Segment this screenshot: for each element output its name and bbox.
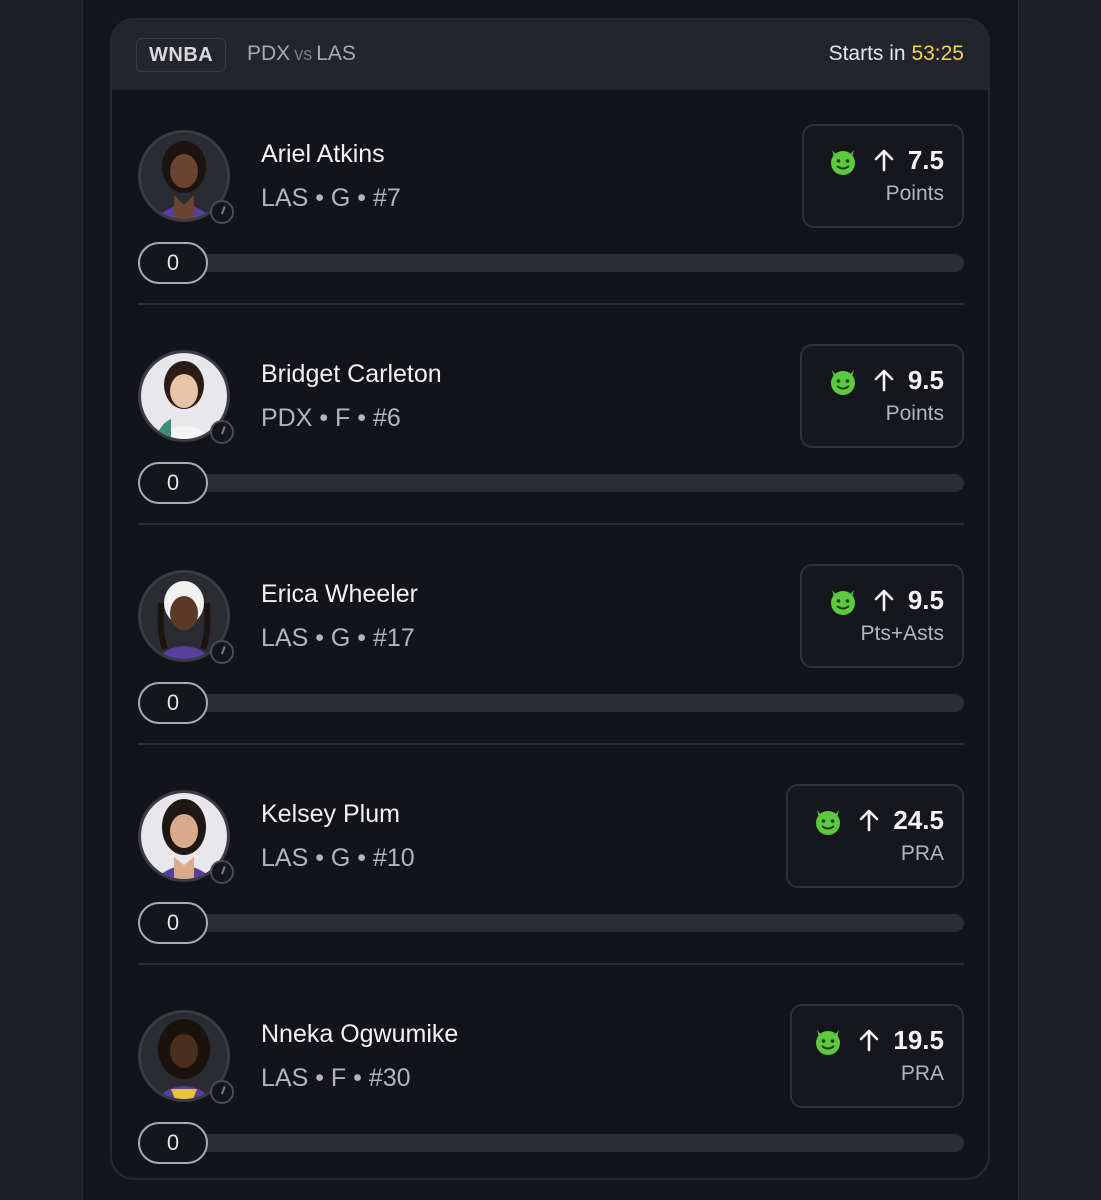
player-name: Kelsey Plum (261, 800, 400, 828)
progress-value: 0 (138, 902, 208, 944)
projection-button[interactable]: 7.5 Points (802, 124, 964, 228)
row-divider (138, 743, 964, 745)
starts-label: Starts in (828, 42, 906, 65)
row-divider (138, 523, 964, 525)
up-arrow-icon (874, 369, 894, 392)
projection-line: 19.5 (813, 1024, 944, 1056)
player-meta: LAS • G • #7 (261, 184, 401, 212)
player-meta: LAS • F • #30 (261, 1064, 411, 1092)
home-team: LAS (316, 42, 356, 65)
game-header: WNBA PDX vs LAS Starts in 53:25 (112, 20, 988, 90)
devil-emoji-icon (830, 370, 855, 395)
player-meta: PDX • F • #6 (261, 404, 401, 432)
right-background-panel (1018, 0, 1101, 1200)
progress-value: 0 (138, 682, 208, 724)
row-divider (138, 963, 964, 965)
clock-icon (210, 1080, 234, 1104)
countdown: 53:25 (911, 42, 964, 65)
line-value: 9.5 (907, 584, 944, 615)
start-timer: Starts in 53:25 (829, 42, 964, 66)
up-arrow-icon (874, 149, 894, 172)
player-row[interactable]: Kelsey Plum LAS • G • #10 24.5 PRA 0 (138, 768, 964, 988)
stat-type: Pts+Asts (860, 622, 944, 645)
progress-value: 0 (138, 242, 208, 284)
league-badge: WNBA (136, 38, 227, 72)
up-arrow-icon (874, 589, 894, 612)
progress-value: 0 (138, 462, 208, 504)
up-arrow-icon (860, 809, 879, 832)
projection-line: 24.5 (813, 804, 944, 836)
stat-type: Points (885, 402, 944, 425)
player-row[interactable]: Erica Wheeler LAS • G • #17 9.5 Pts+Asts… (138, 548, 964, 768)
away-team: PDX (247, 42, 291, 65)
projection-button[interactable]: 9.5 Points (800, 344, 964, 448)
projection-button[interactable]: 9.5 Pts+Asts (800, 564, 964, 668)
stat-type: PRA (900, 842, 944, 865)
player-name: Bridget Carleton (261, 360, 442, 388)
player-name: Erica Wheeler (261, 580, 418, 608)
projection-line: 7.5 (828, 144, 944, 176)
player-name: Nneka Ogwumike (261, 1020, 459, 1048)
devil-emoji-icon (830, 150, 855, 175)
up-arrow-icon (860, 1029, 879, 1052)
devil-emoji-icon (830, 590, 855, 615)
projection-button[interactable]: 24.5 PRA (786, 784, 964, 888)
game-card: WNBA PDX vs LAS Starts in 53:25 Ariel Atki… (110, 18, 990, 1180)
row-divider (138, 303, 964, 305)
progress-track (178, 914, 964, 932)
left-background-panel (0, 0, 83, 1200)
progress-track (178, 694, 964, 712)
line-value: 9.5 (907, 364, 944, 395)
player-meta: LAS • G • #17 (261, 624, 415, 652)
projection-button[interactable]: 19.5 PRA (790, 1004, 964, 1108)
vs-label: vs (294, 44, 313, 64)
line-value: 19.5 (893, 1024, 944, 1055)
player-name: Ariel Atkins (261, 140, 385, 168)
devil-emoji-icon (816, 1030, 841, 1055)
line-value: 7.5 (907, 144, 944, 175)
progress-value: 0 (138, 1122, 208, 1164)
player-row[interactable]: Nneka Ogwumike LAS • F • #30 19.5 PRA 0 (138, 988, 964, 1178)
devil-emoji-icon (816, 810, 841, 835)
player-row[interactable]: Bridget Carleton PDX • F • #6 9.5 Points… (138, 328, 964, 548)
matchup: PDX vs LAS (247, 42, 356, 66)
progress-track (178, 474, 964, 492)
projection-line: 9.5 (828, 364, 944, 396)
stat-type: PRA (900, 1062, 944, 1085)
stat-type: Points (885, 182, 944, 205)
progress-track (178, 254, 964, 272)
progress-track (178, 1134, 964, 1152)
clock-icon (210, 420, 234, 444)
clock-icon (210, 860, 234, 884)
player-row[interactable]: Ariel Atkins LAS • G • #7 7.5 Points 0 (138, 108, 964, 328)
clock-icon (210, 640, 234, 664)
clock-icon (210, 200, 234, 224)
projection-line: 9.5 (828, 584, 944, 616)
player-meta: LAS • G • #10 (261, 844, 415, 872)
line-value: 24.5 (893, 804, 944, 835)
